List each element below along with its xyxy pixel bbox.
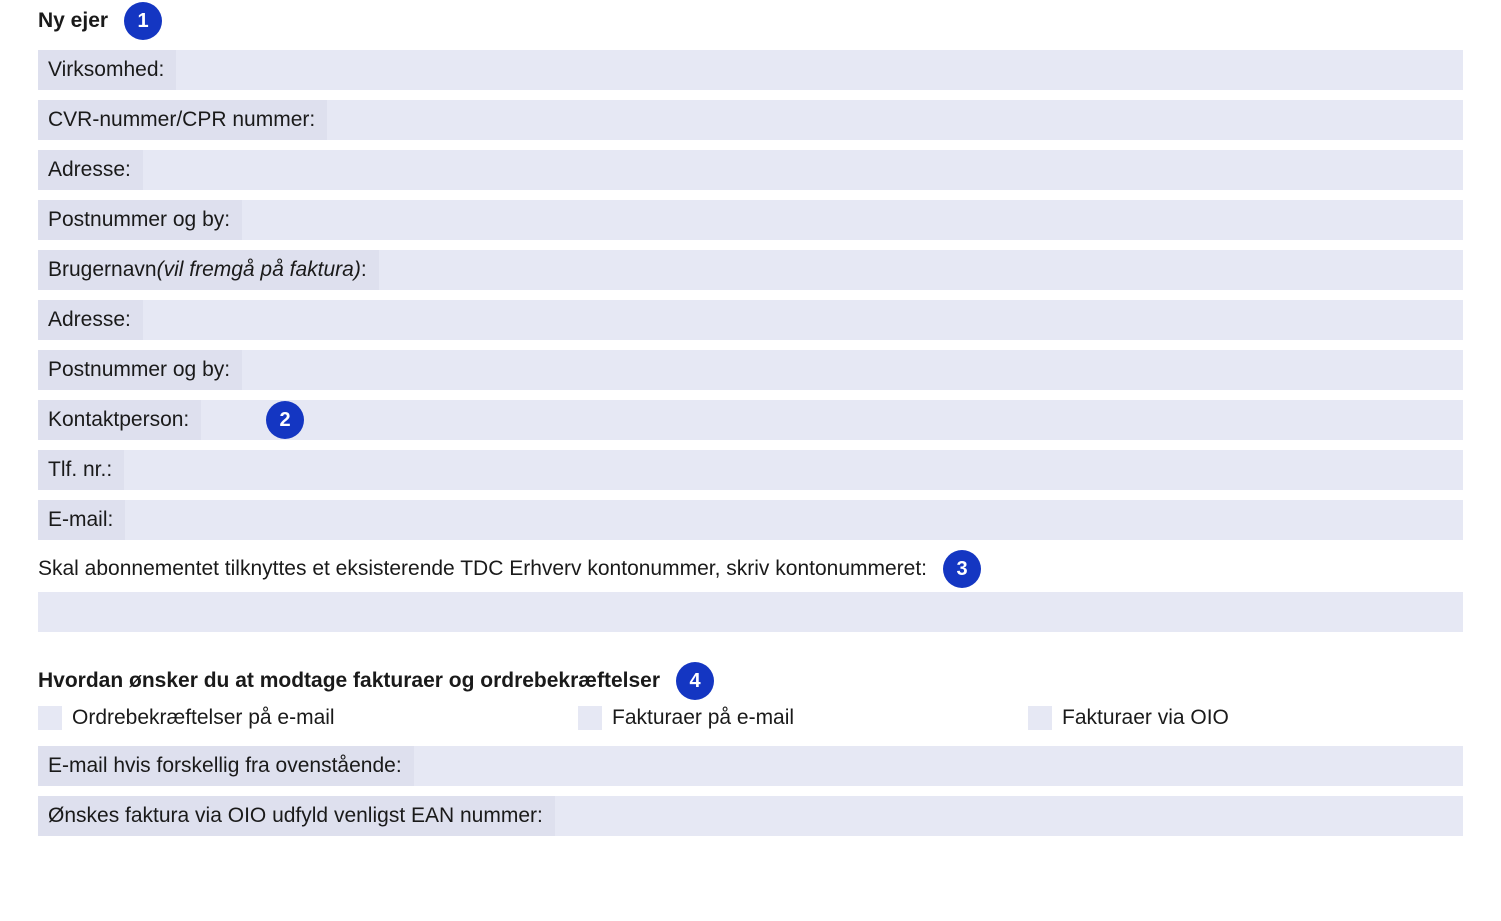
label-brugernavn-prefix: Brugernavn xyxy=(48,258,157,282)
checkbox-fakturaer-oio[interactable] xyxy=(1028,706,1052,730)
input-adresse1[interactable] xyxy=(143,150,1463,190)
section-ny-ejer-title: Ny ejer xyxy=(38,9,108,33)
row-postby2: Postnummer og by: xyxy=(38,350,1463,390)
checkbox-fakturaer-email[interactable] xyxy=(578,706,602,730)
checkbox-row: Ordrebekræftelser på e-mail Fakturaer på… xyxy=(38,706,1463,730)
checkbox-item-fakturaer-oio: Fakturaer via OIO xyxy=(1028,706,1463,730)
input-ean[interactable] xyxy=(555,796,1463,836)
input-kontaktperson[interactable] xyxy=(261,400,1463,440)
input-kontonummer[interactable] xyxy=(48,592,1463,632)
konto-question-text: Skal abonnementet tilknyttes et eksister… xyxy=(38,557,927,581)
row-postby1: Postnummer og by: xyxy=(38,200,1463,240)
section-faktura-title: Hvordan ønsker du at modtage fakturaer o… xyxy=(38,669,660,693)
row-tlf: Tlf. nr.: xyxy=(38,450,1463,490)
checkbox-label-ordrebekraeftelser: Ordrebekræftelser på e-mail xyxy=(72,706,335,730)
row-email: E-mail: xyxy=(38,500,1463,540)
label-brugernavn: Brugernavn (vil fremgå på faktura) : xyxy=(38,250,379,290)
row-ean: Ønskes faktura via OIO udfyld venligst E… xyxy=(38,796,1463,836)
row-adresse1: Adresse: xyxy=(38,150,1463,190)
row-email-diff: E-mail hvis forskellig fra ovenstående: xyxy=(38,746,1463,786)
checkbox-ordrebekraeftelser[interactable] xyxy=(38,706,62,730)
label-adresse2: Adresse: xyxy=(38,300,143,340)
label-cvr: CVR-nummer/CPR nummer: xyxy=(38,100,327,140)
badge-4: 4 xyxy=(676,662,714,700)
input-cvr[interactable] xyxy=(327,100,1463,140)
row-brugernavn: Brugernavn (vil fremgå på faktura) : xyxy=(38,250,1463,290)
badge-3: 3 xyxy=(943,550,981,588)
label-adresse1: Adresse: xyxy=(38,150,143,190)
label-brugernavn-suffix: : xyxy=(361,258,367,282)
input-tlf[interactable] xyxy=(124,450,1463,490)
konto-question-line: Skal abonnementet tilknyttes et eksister… xyxy=(38,550,1463,588)
input-postby2[interactable] xyxy=(242,350,1463,390)
checkbox-label-fakturaer-oio: Fakturaer via OIO xyxy=(1062,706,1229,730)
label-tlf: Tlf. nr.: xyxy=(38,450,124,490)
section-ny-ejer-header: Ny ejer 1 xyxy=(38,0,1463,40)
row-cvr: CVR-nummer/CPR nummer: xyxy=(38,100,1463,140)
row-adresse2: Adresse: xyxy=(38,300,1463,340)
badge-1: 1 xyxy=(124,2,162,40)
label-postby2: Postnummer og by: xyxy=(38,350,242,390)
input-email-diff[interactable] xyxy=(414,746,1463,786)
label-postby1: Postnummer og by: xyxy=(38,200,242,240)
checkbox-item-ordrebekraeftelser: Ordrebekræftelser på e-mail xyxy=(38,706,578,730)
section-faktura-header: Hvordan ønsker du at modtage fakturaer o… xyxy=(38,660,1463,700)
badge-2: 2 xyxy=(266,401,304,439)
input-virksomhed[interactable] xyxy=(176,50,1463,90)
checkbox-item-fakturaer-email: Fakturaer på e-mail xyxy=(578,706,1028,730)
row-virksomhed: Virksomhed: xyxy=(38,50,1463,90)
input-brugernavn[interactable] xyxy=(379,250,1463,290)
label-virksomhed: Virksomhed: xyxy=(38,50,176,90)
label-brugernavn-italic: (vil fremgå på faktura) xyxy=(157,258,361,282)
label-email-diff: E-mail hvis forskellig fra ovenstående: xyxy=(38,746,414,786)
label-ean: Ønskes faktura via OIO udfyld venligst E… xyxy=(38,796,555,836)
input-adresse2[interactable] xyxy=(143,300,1463,340)
label-kontaktperson: Kontaktperson: xyxy=(38,400,201,440)
input-email[interactable] xyxy=(125,500,1463,540)
checkbox-label-fakturaer-email: Fakturaer på e-mail xyxy=(612,706,794,730)
row-kontaktperson: Kontaktperson: 2 xyxy=(38,400,1463,440)
label-email: E-mail: xyxy=(38,500,125,540)
row-kontonummer xyxy=(38,592,1463,632)
input-postby1[interactable] xyxy=(242,200,1463,240)
